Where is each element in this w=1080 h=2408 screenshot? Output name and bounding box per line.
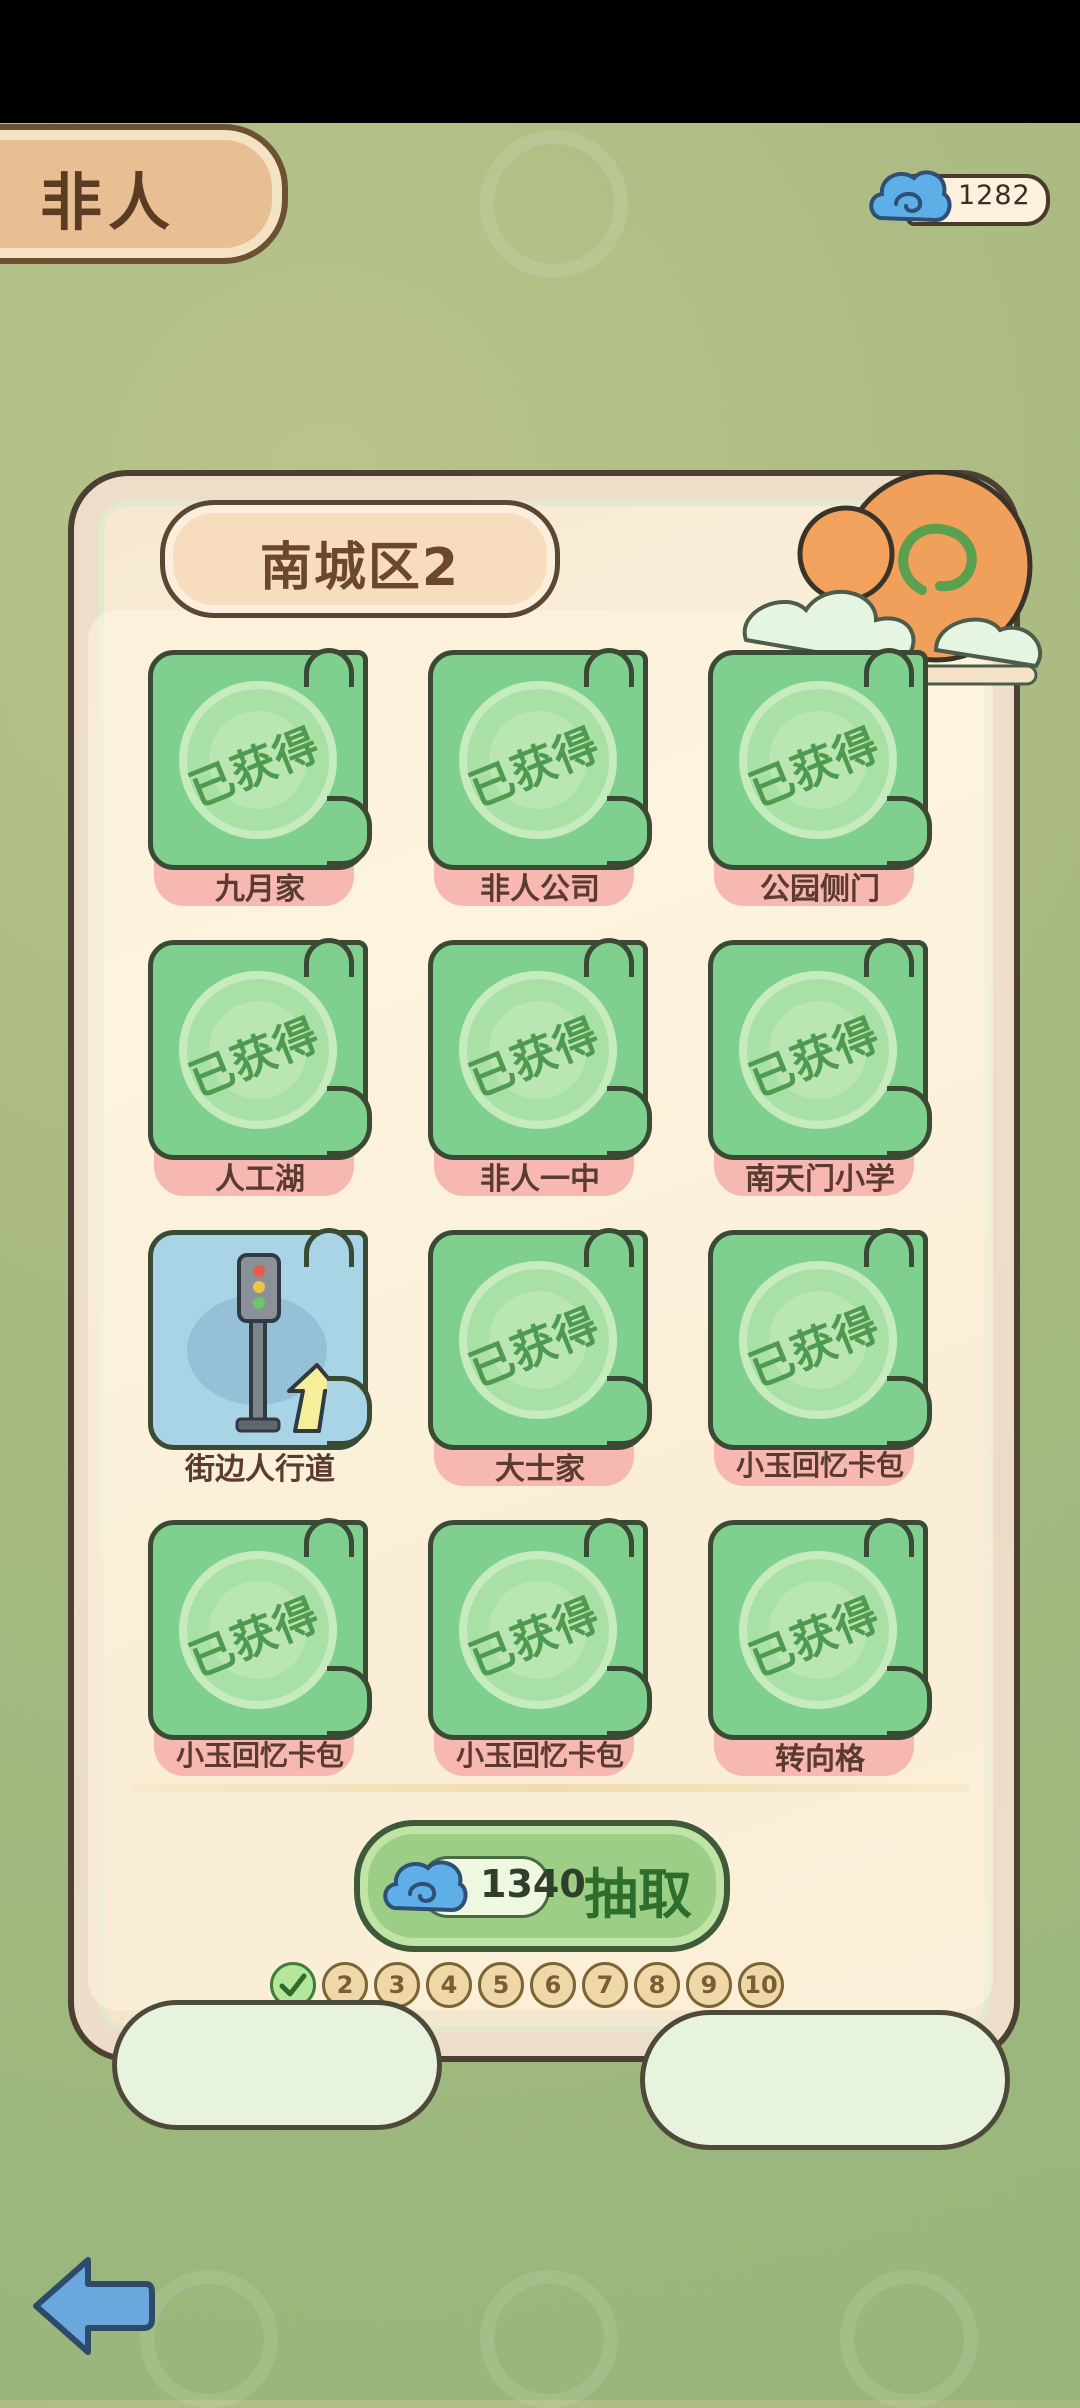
card-label: 九月家 (215, 872, 305, 907)
card-label: 转向格 (775, 1742, 865, 1777)
collection-card[interactable]: 已获得 南天门小学 (708, 938, 932, 1197)
page-title-tab: 非人 (0, 124, 288, 264)
status-bar (0, 0, 1080, 123)
card-label: 非人公司 (480, 872, 600, 907)
card-curl (607, 1666, 652, 1736)
card-label: 街边人行道 (185, 1452, 335, 1487)
collection-card[interactable]: 已获得 非人公司 (428, 648, 652, 907)
page-dot[interactable]: 5 (478, 1962, 524, 2008)
check-icon (279, 1973, 307, 1997)
draw-label: 抽取 (584, 1863, 692, 1926)
bg-swirl (840, 2270, 978, 2408)
card-label: 大士家 (495, 1452, 585, 1487)
page-dot[interactable]: 10 (738, 1962, 784, 2008)
bg-swirl (480, 2270, 618, 2408)
card-curl (607, 1376, 652, 1446)
card-curl (887, 796, 932, 866)
card-label: 人工湖 (215, 1162, 305, 1197)
card-curl (607, 796, 652, 866)
card-label: 小玉回忆卡包 (175, 1739, 344, 1772)
card-curl (607, 1086, 652, 1156)
card-curl (327, 1376, 372, 1446)
card-label: 南天门小学 (745, 1162, 895, 1197)
collection-card[interactable]: 已获得 公园侧门 (708, 648, 932, 907)
card-curl (327, 796, 372, 866)
collection-card[interactable]: 街边人行道 (148, 1228, 372, 1487)
card-curl (887, 1376, 932, 1446)
page-dot[interactable]: 6 (530, 1962, 576, 2008)
collection-card[interactable]: 已获得 九月家 (148, 648, 372, 907)
bottom-cloud-right (640, 2010, 1010, 2150)
collection-card[interactable]: 已获得 小玉回忆卡包 (428, 1518, 652, 1776)
draw-button[interactable]: 1340 抽取 (354, 1820, 730, 1952)
card-label: 公园侧门 (760, 872, 880, 907)
currency-badge: 1282 (866, 160, 1056, 234)
page-dot[interactable]: 4 (426, 1962, 472, 2008)
back-arrow-icon[interactable] (28, 2250, 156, 2360)
collection-card[interactable]: 已获得 小玉回忆卡包 (148, 1518, 372, 1776)
collection-card[interactable]: 已获得 转向格 (708, 1518, 932, 1777)
collection-card[interactable]: 已获得 人工湖 (148, 938, 372, 1197)
bottom-cloud-left (112, 2000, 442, 2130)
draw-cost: 1340 (480, 1862, 586, 1906)
district-name: 南城区2 (259, 538, 461, 598)
district-tab: 南城区2 (160, 500, 560, 618)
card-label: 小玉回忆卡包 (455, 1739, 624, 1772)
bg-swirl (140, 2270, 278, 2408)
card-label: 小玉回忆卡包 (735, 1449, 904, 1482)
collection-card[interactable]: 已获得 小玉回忆卡包 (708, 1228, 932, 1486)
bg-swirl (480, 130, 628, 278)
cloud-coin-icon (869, 170, 952, 223)
card-label: 非人一中 (480, 1162, 600, 1197)
page-dot[interactable]: 9 (686, 1962, 732, 2008)
cloud-coin-icon (383, 1860, 468, 1913)
page-title: 非人 (40, 166, 177, 239)
card-curl (887, 1666, 932, 1736)
collection-card[interactable]: 已获得 大士家 (428, 1228, 652, 1487)
card-curl (887, 1086, 932, 1156)
page-dot[interactable]: 7 (582, 1962, 628, 2008)
divider (130, 1784, 970, 1792)
card-curl (327, 1666, 372, 1736)
card-curl (327, 1086, 372, 1156)
collection-card[interactable]: 已获得 非人一中 (428, 938, 652, 1197)
page-dot[interactable]: 8 (634, 1962, 680, 2008)
currency-amount: 1282 (958, 180, 1031, 211)
